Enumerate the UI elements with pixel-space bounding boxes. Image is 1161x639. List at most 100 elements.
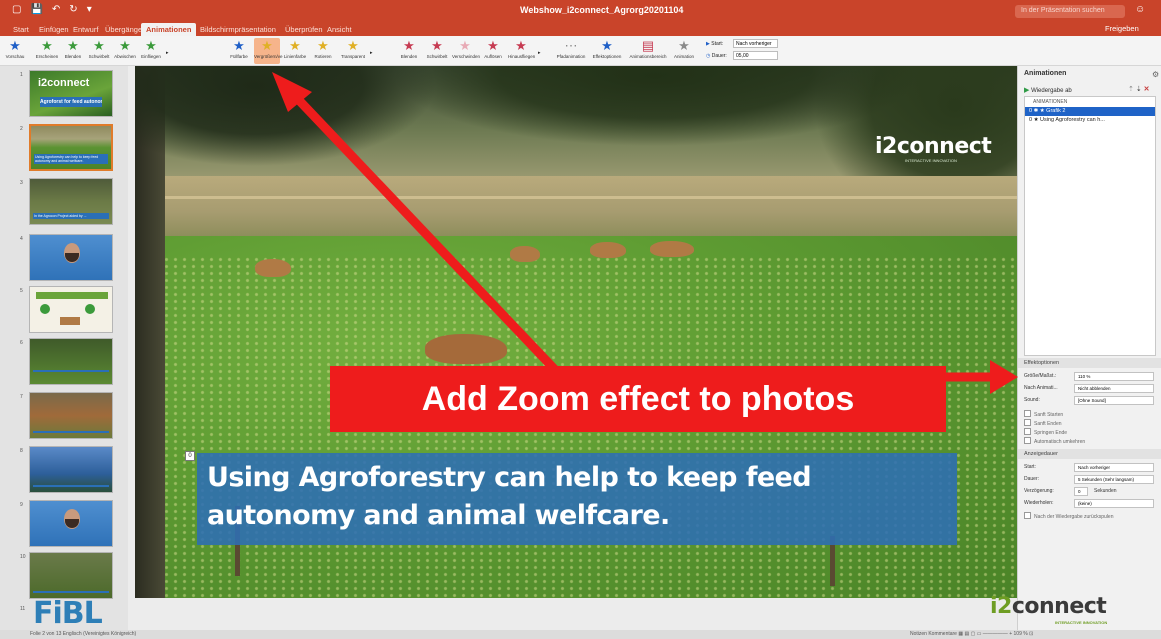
settings-icon[interactable]: ⚙	[1152, 70, 1159, 79]
emphasis-more-icon[interactable]: ▸	[370, 50, 373, 56]
tab-bildschirmpraesentation[interactable]: Bildschirmpräsentation	[195, 23, 281, 36]
slide-thumbnail-5[interactable]	[29, 286, 113, 333]
effect-options-section[interactable]: Effektoptionen	[1018, 358, 1161, 368]
exit-disappear-button[interactable]: ★ Verschwinden	[452, 38, 480, 64]
undo-icon[interactable]: ↶	[52, 4, 60, 15]
slide-logo: i2connect	[875, 134, 992, 159]
animation-list: ANIMATIONEN 0 ✱ ★ Grafik 2 0 ★ Using Agr…	[1024, 96, 1156, 356]
emphasis-grow-shrink-button[interactable]: ★ Vergrößern/ve	[254, 38, 283, 64]
start-label: ▶ Start:	[706, 41, 724, 47]
star-icon: ★	[459, 38, 471, 53]
reorder-controls: ⇡ ⇣ ✕	[1128, 85, 1150, 93]
animation-item-caption[interactable]: 0 ★ Using Agroforestry can h...	[1025, 116, 1155, 125]
home-icon[interactable]: ▢	[12, 4, 21, 15]
emphasis-line-color-button[interactable]: ★ Linienfarbe	[282, 38, 308, 64]
tab-start[interactable]: Start	[8, 23, 34, 36]
size-select[interactable]: 110 %	[1074, 372, 1154, 381]
slide-number: 11	[20, 606, 26, 612]
slide-thumbnail-9[interactable]	[29, 500, 113, 547]
animation-marker[interactable]: 0	[185, 451, 195, 461]
timing-start-select[interactable]: Nach vorheriger	[1074, 463, 1154, 472]
exit-fade-button[interactable]: ★ Blenden	[396, 38, 422, 64]
preview-button[interactable]: ★ Vorschau	[2, 38, 28, 64]
exit-dissolve-button[interactable]: ★ Auflösen	[480, 38, 506, 64]
timing-duration-select[interactable]: 5 Sekunden (Sehr langsam)	[1074, 475, 1154, 484]
cow	[510, 246, 540, 262]
timing-repeat-row: Wiederholen: (keine)	[1024, 499, 1156, 509]
move-down-icon[interactable]: ⇣	[1136, 86, 1142, 93]
slide-logo-subtitle: INTERACTIVE INNOVATION	[905, 158, 957, 163]
slide-thumbnail-1[interactable]: i2connect Agroforst for feed autonomy	[29, 70, 113, 117]
star-icon: ★	[431, 38, 443, 53]
slide-number: 9	[20, 502, 23, 508]
save-icon[interactable]: 💾	[30, 4, 42, 15]
animations-pane: Animationen ⚙ ▶ Wiedergabe ab ⇡ ⇣ ✕ ANIM…	[1017, 66, 1161, 630]
exit-swivel-button[interactable]: ★ Schwirbelt	[424, 38, 450, 64]
motion-path-button[interactable]: ⋯ Pfadanimation	[554, 38, 588, 64]
slide-thumbnail-10[interactable]	[29, 552, 113, 599]
tab-ansicht[interactable]: Ansicht	[322, 23, 357, 36]
duration-input[interactable]: 05,00	[733, 51, 778, 60]
slide-caption-box[interactable]: Using Agroforestry can help to keep feed…	[197, 453, 957, 545]
emphasis-spin-button[interactable]: ★ Rotieren	[310, 38, 336, 64]
background-field	[135, 176, 1017, 236]
move-up-icon[interactable]: ⇡	[1128, 86, 1134, 93]
sound-select[interactable]: [Ohne Sound]	[1074, 396, 1154, 405]
share-button[interactable]: Freigeben	[1105, 24, 1139, 33]
slide-thumbnail-8[interactable]	[29, 446, 113, 493]
slide-thumbnail-2[interactable]: Using Agroforestry can help to keep feed…	[29, 124, 113, 171]
rewind-checkbox[interactable]: Nach der Wiedergabe zurückspulen	[1024, 512, 1114, 520]
account-icon[interactable]: ☺	[1135, 4, 1145, 15]
slide-thumbnail-6[interactable]	[29, 338, 113, 385]
tab-animationen[interactable]: Animationen	[141, 23, 197, 36]
delete-icon[interactable]: ✕	[1144, 86, 1150, 93]
entrance-appear-button[interactable]: ★ Erscheinen	[34, 38, 60, 64]
entrance-fly-in-button[interactable]: ★ Einfliegen	[138, 38, 164, 64]
slide-number: 3	[20, 180, 23, 186]
entrance-swivel-button[interactable]: ★ Schwirbelt	[86, 38, 112, 64]
animation-pane-button[interactable]: ▤ Animationsbereich	[628, 38, 668, 64]
reorder-button[interactable]: ★ Animation	[670, 38, 698, 64]
powerpoint-window: ▢ 💾 ↶ ↻ ▾ Webshow_i2connect_Agrorg202011…	[0, 0, 1161, 639]
exit-more-icon[interactable]: ▸	[538, 50, 541, 56]
slide-thumbnail-7[interactable]	[29, 392, 113, 439]
animation-item-grafik-2[interactable]: 0 ✱ ★ Grafik 2	[1025, 107, 1155, 116]
smooth-start-checkbox[interactable]: Sanft Starten	[1024, 410, 1063, 418]
timing-section[interactable]: Anzeigedauer	[1018, 449, 1161, 459]
entrance-wipe-button[interactable]: ★ Abwischen	[112, 38, 138, 64]
play-from-button[interactable]: ▶ Wiedergabe ab	[1024, 86, 1072, 94]
after-animation-select[interactable]: Nicht abblenden	[1074, 384, 1154, 393]
after-animation-row: Nach Animati... Nicht abblenden	[1024, 384, 1156, 394]
star-icon: ★	[289, 38, 301, 53]
exit-fly-out-button[interactable]: ★ Hinausfliegen	[508, 38, 535, 64]
pane-title: Animationen	[1024, 70, 1067, 77]
entrance-fade-button[interactable]: ★ Blenden	[60, 38, 86, 64]
emphasis-fill-button[interactable]: ★ Füllfarbe	[226, 38, 252, 64]
search-input[interactable]: In der Präsentation suchen	[1015, 5, 1125, 18]
delay-input[interactable]: 0	[1074, 487, 1088, 496]
duration-label: ◷ Dauer:	[706, 53, 727, 59]
start-select[interactable]: Nach vorheriger	[733, 39, 778, 48]
status-bar: Folie 2 von 13 Englisch (Vereinigtes Kön…	[0, 630, 1161, 639]
i2connect-logo: i2connect	[990, 594, 1107, 619]
emphasis-transparency-button[interactable]: ★ Transparent	[340, 38, 366, 64]
auto-reverse-checkbox[interactable]: Automatisch umkehren	[1024, 437, 1085, 445]
pane-icon: ▤	[641, 38, 655, 53]
bounce-end-checkbox[interactable]: Springen Ende	[1024, 428, 1067, 436]
tab-entwurf[interactable]: Entwurf	[68, 23, 103, 36]
tab-ueberpruefen[interactable]: Überprüfen	[280, 23, 328, 36]
slide-thumbnail-4[interactable]	[29, 234, 113, 281]
slide-canvas[interactable]: i2connect INTERACTIVE INNOVATION 0 Using…	[135, 66, 1017, 598]
effect-options-button[interactable]: ★ Effektoptionen	[592, 38, 622, 64]
slide-thumbnail-3[interactable]: In the Agrocon Project aided by ...	[29, 178, 113, 225]
star-icon: ★	[261, 38, 273, 53]
redo-icon[interactable]: ↻	[69, 4, 77, 15]
customize-icon[interactable]: ▾	[87, 4, 92, 15]
smooth-end-checkbox[interactable]: Sanft Enden	[1024, 419, 1062, 427]
entrance-more-icon[interactable]: ▸	[166, 50, 169, 56]
status-view-controls[interactable]: Notizen Kommentare ▦ ▤ ▢ ▭ ————— + 109 %…	[910, 631, 1033, 637]
path-icon: ⋯	[564, 38, 578, 53]
slide-thumbnails-panel: 1 i2connect Agroforst for feed autonomy …	[0, 66, 128, 630]
star-icon: ★	[515, 38, 527, 53]
repeat-select[interactable]: (keine)	[1074, 499, 1154, 508]
